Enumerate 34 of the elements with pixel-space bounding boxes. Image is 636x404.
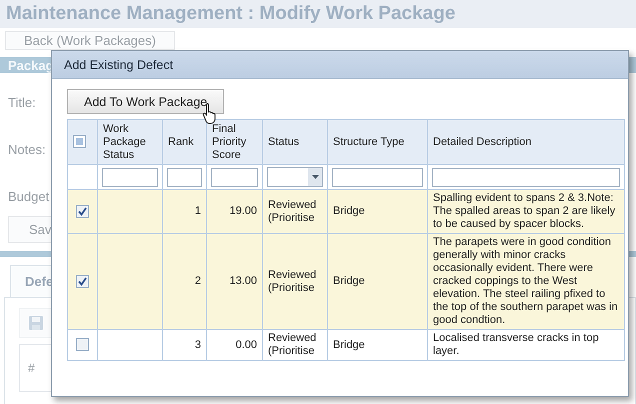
row-checkbox[interactable] [76, 338, 89, 352]
table-cell: 2 [194, 275, 201, 287]
row-checkbox[interactable] [76, 204, 89, 218]
save-icon[interactable] [19, 308, 53, 338]
filter-field[interactable] [211, 168, 258, 186]
field-label: Title: [8, 95, 36, 110]
table-cell: 0.00 [236, 338, 257, 350]
filter-field[interactable] [332, 168, 423, 186]
table-cell: 3 [194, 338, 201, 350]
add-button[interactable]: Add To Work Package [67, 89, 224, 114]
field-label: Notes: [8, 142, 46, 157]
table-cell: Reviewed (Prioritise [268, 198, 316, 224]
table-cell: Bridge [333, 338, 365, 350]
table-cell: Spalling evident to spans 2 & 3.Note: The spalled areas to span 2 are likely to be caused by spacer blocks. [433, 192, 616, 230]
table-cell: Reviewed (Prioritise [268, 268, 316, 294]
table-cell: 1 [194, 205, 201, 217]
page-title: Maintenance Management : Modify Work Package [6, 3, 456, 25]
column-header: # [28, 361, 35, 375]
dialog-title: Add Existing Defect [64, 58, 174, 72]
filter-dropdown[interactable] [267, 167, 323, 187]
filter-field[interactable] [432, 168, 620, 186]
filter-field[interactable] [167, 168, 202, 186]
field-label: Budget [8, 189, 50, 204]
row-checkbox[interactable] [76, 274, 89, 288]
table-cell: The parapets were in good condition generally with minor cracks occasionally evident. There were cracked coppings to the West elevation. The steel railing pfixed to the top of the southern parapet was in good condtion. [433, 236, 618, 326]
filter-field[interactable] [102, 168, 158, 186]
table-cell: 13.00 [229, 275, 257, 287]
select-all-checkbox[interactable] [73, 135, 86, 148]
table-cell: Bridge [333, 275, 365, 287]
table-cell: Reviewed (Prioritise [268, 332, 316, 357]
table-cell: Localised transverse cracks in top layer. [433, 332, 599, 357]
table-cell: Bridge [333, 205, 365, 217]
dropdown-arrow-icon [312, 175, 318, 179]
table-cell: 19.00 [229, 205, 257, 217]
